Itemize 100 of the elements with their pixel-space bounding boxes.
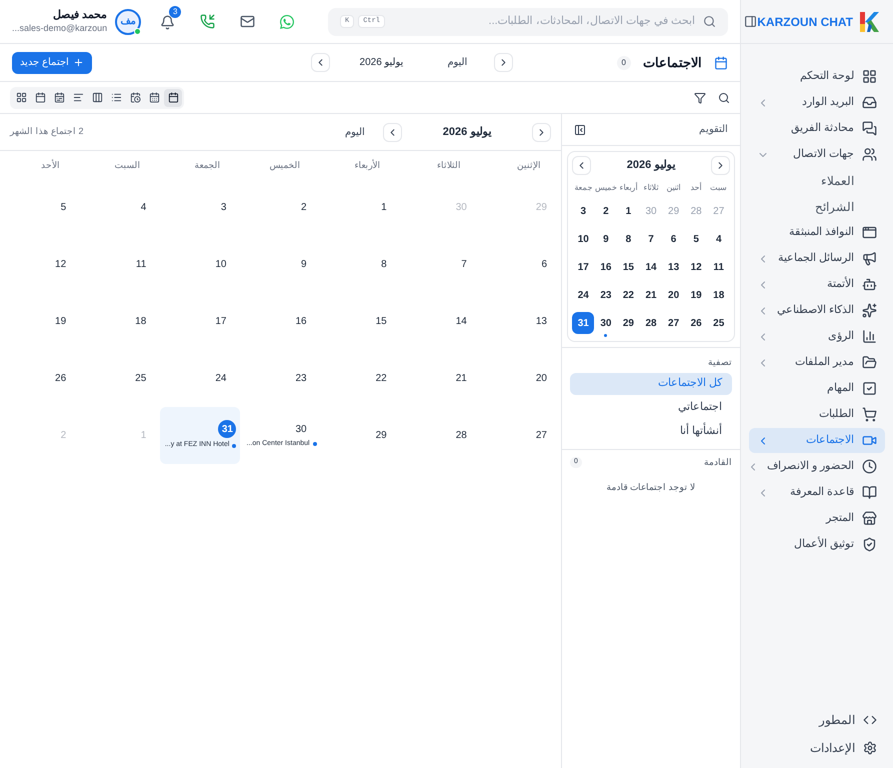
calendar-day-cell[interactable]: 27 (480, 407, 561, 464)
mini-calendar-day[interactable]: 15 (617, 256, 640, 278)
mini-calendar-day[interactable]: 14 (640, 256, 662, 278)
calendar-day-cell[interactable]: 7 (400, 236, 481, 293)
sidebar-item[interactable]: الرسائل الجماعية (749, 246, 885, 271)
calendar-day-cell[interactable]: 18 (80, 293, 160, 350)
calendar-day-cell[interactable]: 11 (80, 236, 160, 293)
mini-calendar-day[interactable]: 12 (685, 256, 708, 278)
calendar-day-cell[interactable]: 20 (480, 350, 561, 407)
calendar-day-cell[interactable]: 1 (320, 179, 401, 236)
calendar-day-cell[interactable]: 28 (400, 407, 481, 464)
collapse-panel-button[interactable] (574, 124, 586, 136)
calendar-day-cell[interactable]: 8 (320, 236, 401, 293)
sidebar-item[interactable]: قاعدة المعرفة (749, 480, 885, 505)
sidebar-item[interactable]: الإعدادات (749, 736, 885, 760)
calendar-day-cell[interactable]: 14 (400, 293, 481, 350)
next-button[interactable] (494, 53, 513, 72)
mini-calendar-day[interactable]: 8 (617, 228, 640, 250)
mini-calendar-day[interactable]: 1 (617, 200, 640, 222)
sidebar-item[interactable]: الرؤى (749, 324, 885, 349)
calendar-day-cell[interactable]: 15 (320, 293, 401, 350)
sidebar-item[interactable]: البريد الوارد (749, 90, 885, 115)
sidebar-subitem[interactable]: الشرائح (749, 194, 885, 219)
mini-calendar-day[interactable]: 17 (572, 256, 594, 278)
mini-calendar-day[interactable]: 10 (572, 228, 594, 250)
calendar-day-cell[interactable]: 17 (160, 293, 240, 350)
calendar-day-cell[interactable]: 9 (240, 236, 321, 293)
sidebar-item[interactable]: الاجتماعات (749, 428, 885, 453)
calendar-day-cell[interactable]: 13 (480, 293, 561, 350)
sidebar-item[interactable]: لوحة التحكم (749, 64, 885, 89)
mini-calendar-day[interactable]: 5 (685, 228, 708, 250)
today-button[interactable]: اليوم (337, 124, 373, 140)
mini-calendar-day[interactable]: 3 (572, 200, 594, 222)
mini-calendar-day[interactable]: 21 (640, 284, 662, 306)
calendar-day-cell[interactable]: 5 (0, 179, 80, 236)
mini-calendar-day[interactable]: 27 (662, 312, 685, 334)
calendar-day-cell[interactable]: 10 (160, 236, 240, 293)
today-button[interactable]: اليوم (434, 55, 482, 70)
mini-calendar-day[interactable]: 24 (572, 284, 594, 306)
mini-calendar-day[interactable]: 16 (594, 256, 617, 278)
sidebar-item[interactable]: المطور (749, 708, 885, 732)
view-button[interactable] (164, 88, 182, 106)
next-month-button[interactable] (532, 122, 551, 142)
mini-calendar-day[interactable]: 9 (594, 228, 617, 250)
filter-option[interactable]: أنشأتها أنا (570, 420, 732, 442)
previous-month-button[interactable] (572, 156, 592, 175)
mini-calendar-day[interactable]: 11 (708, 256, 730, 278)
mini-calendar-day[interactable]: 13 (662, 256, 685, 278)
mini-calendar-day[interactable]: 20 (662, 284, 685, 306)
mini-calendar-day[interactable]: 4 (708, 228, 730, 250)
calendar-day-cell[interactable]: 12 (0, 236, 80, 293)
mini-calendar-day[interactable]: 31 (572, 312, 594, 334)
sidebar-item[interactable]: توثيق الأعمال (749, 532, 885, 557)
previous-month-button[interactable] (383, 122, 402, 142)
calendar-day-cell[interactable]: 26 (0, 350, 80, 407)
sidebar-item[interactable]: المتجر (749, 506, 885, 531)
sidebar-item[interactable]: الأتمتة (749, 272, 885, 297)
next-month-button[interactable] (711, 156, 730, 175)
calendar-day-cell[interactable]: 2 (240, 179, 321, 236)
calendar-day-cell[interactable]: 25 (80, 350, 160, 407)
search-input[interactable]: ابحث في جهات الاتصال، المحادثات، الطلبات... (393, 13, 695, 30)
mini-calendar-day[interactable]: 23 (594, 284, 617, 306)
sidebar-item[interactable]: محادثة الفريق (749, 116, 885, 141)
calendar-day-cell[interactable]: 19 (0, 293, 80, 350)
calendar-day-cell[interactable]: 4 (80, 179, 160, 236)
calendar-day-cell[interactable]: 3 (160, 179, 240, 236)
mini-calendar-day[interactable]: 30 (594, 312, 617, 334)
mini-calendar-day[interactable]: 26 (685, 312, 708, 334)
mini-calendar-day[interactable]: 6 (662, 228, 685, 250)
calendar-day-cell[interactable]: 29 (320, 407, 401, 464)
sidebar-item[interactable]: الذكاء الاصطناعي (749, 298, 885, 323)
search-button[interactable] (718, 92, 730, 104)
mini-calendar-day[interactable]: 29 (617, 312, 640, 334)
sidebar-item[interactable]: الطلبات (749, 402, 885, 427)
calendar-day-cell[interactable]: 16 (240, 293, 321, 350)
calendar-day-cell[interactable]: 6 (480, 236, 561, 293)
collapse-sidebar-button[interactable] (744, 15, 758, 28)
mini-calendar-day[interactable]: 19 (685, 284, 708, 306)
calendar-day-cell[interactable]: 24 (160, 350, 240, 407)
sidebar-item[interactable]: النوافذ المنبثقة (749, 220, 885, 245)
notifications-button[interactable]: 3 (153, 6, 182, 38)
filter-option[interactable]: كل الاجتماعات (570, 372, 732, 394)
mini-calendar-day[interactable]: 28 (640, 312, 662, 334)
mini-calendar-day[interactable]: 18 (708, 284, 730, 306)
calendar-day-cell[interactable]: 22 (320, 350, 401, 407)
mini-calendar-day[interactable]: 2 (594, 200, 617, 222)
sidebar-subitem[interactable]: العملاء (749, 168, 885, 193)
previous-button[interactable] (310, 53, 330, 72)
calendar-day-cell[interactable]: 23 (240, 350, 321, 407)
user-avatar[interactable]: مف (115, 8, 142, 34)
sidebar-item[interactable]: مدير الملفات (749, 350, 885, 375)
mini-calendar-day[interactable]: 25 (708, 312, 730, 334)
new-meeting-button[interactable]: اجتماع جديد (12, 52, 92, 74)
calendar-day-cell[interactable]: 21 (400, 350, 481, 407)
mini-calendar-day[interactable]: 22 (617, 284, 640, 306)
filter-option[interactable]: اجتماعاتي (570, 396, 732, 418)
sidebar-item[interactable]: جهات الاتصال (749, 142, 885, 167)
filter-button[interactable] (694, 92, 706, 104)
mini-calendar-day[interactable]: 7 (640, 228, 662, 250)
sidebar-item[interactable]: المهام (749, 376, 885, 401)
